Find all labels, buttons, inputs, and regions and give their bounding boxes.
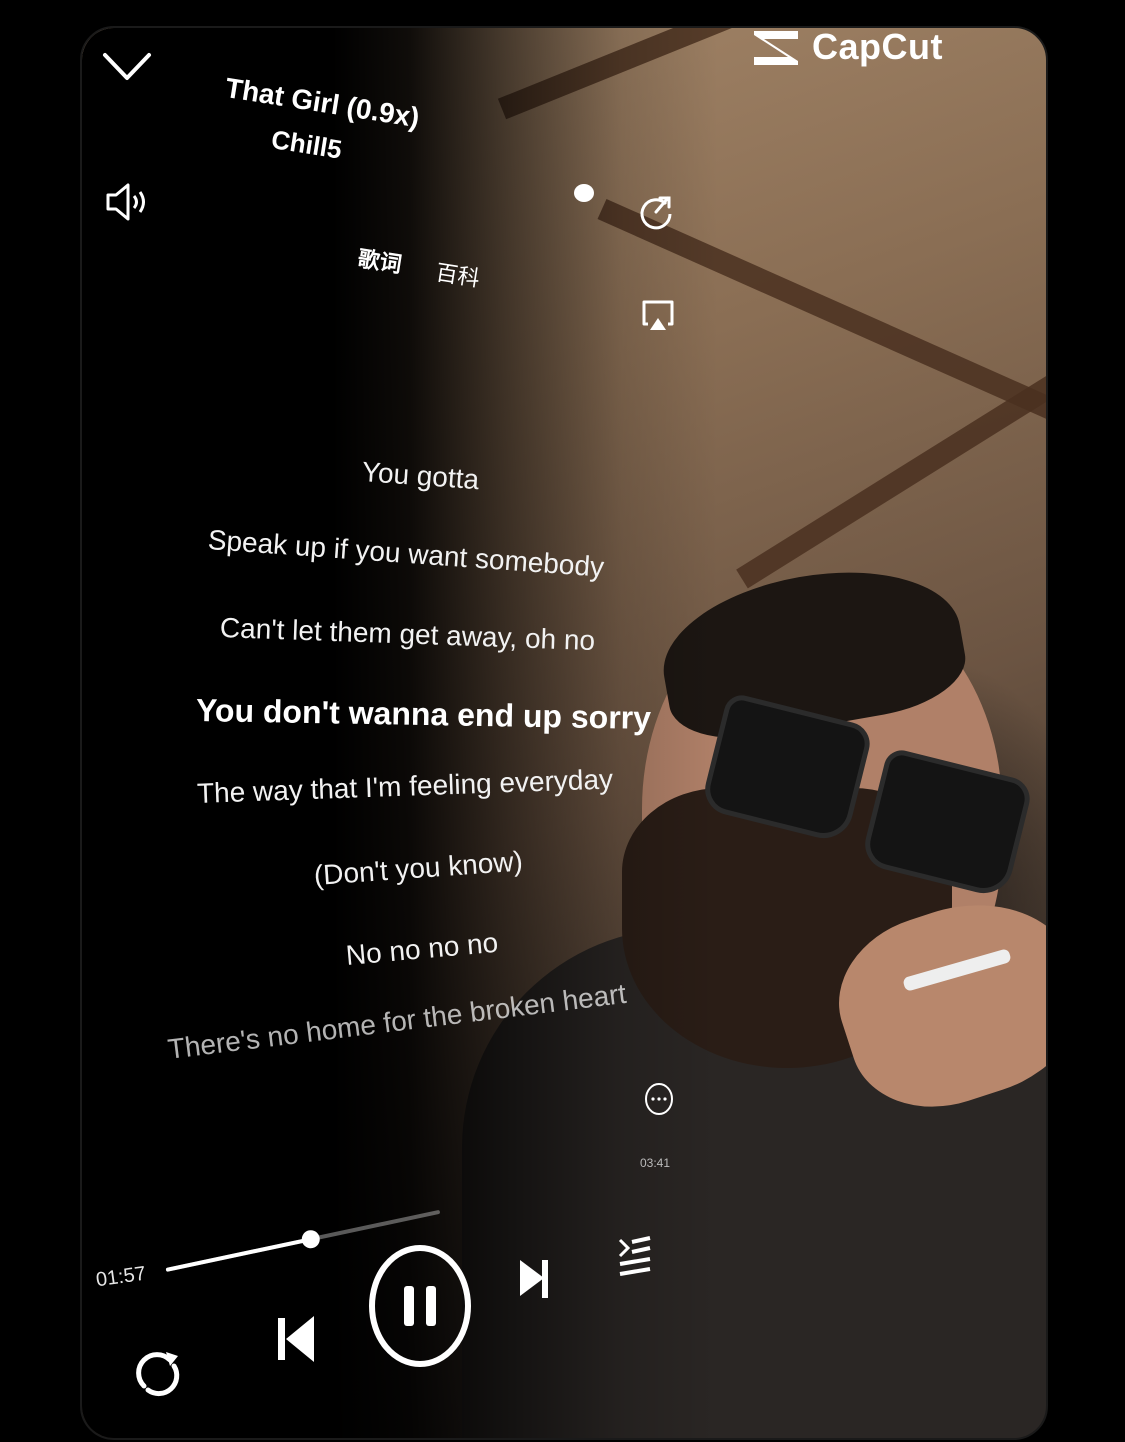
next-icon[interactable] — [516, 1254, 552, 1302]
brand-name: CapCut — [812, 26, 943, 67]
repeat-icon[interactable] — [130, 1344, 188, 1400]
share-icon[interactable] — [636, 192, 676, 232]
wiki-tab[interactable]: 百科 — [434, 255, 482, 293]
total-time: 03:41 — [640, 1156, 671, 1170]
lyric-line-active[interactable]: You don't wanna end up sorry — [196, 692, 652, 737]
comment-dot-icon[interactable] — [574, 184, 594, 202]
playlist-icon[interactable] — [616, 1232, 654, 1276]
more-icon[interactable] — [643, 1082, 675, 1116]
previous-icon[interactable] — [274, 1312, 318, 1366]
speaker-icon[interactable] — [104, 180, 154, 224]
chevron-down-icon[interactable] — [102, 50, 152, 84]
airplay-icon[interactable] — [638, 296, 678, 336]
brand-logo: CapCut — [750, 26, 943, 68]
pause-button[interactable] — [366, 1242, 474, 1370]
capcut-logo-icon — [750, 27, 802, 67]
lyrics-tab[interactable]: 歌词 — [356, 241, 404, 279]
